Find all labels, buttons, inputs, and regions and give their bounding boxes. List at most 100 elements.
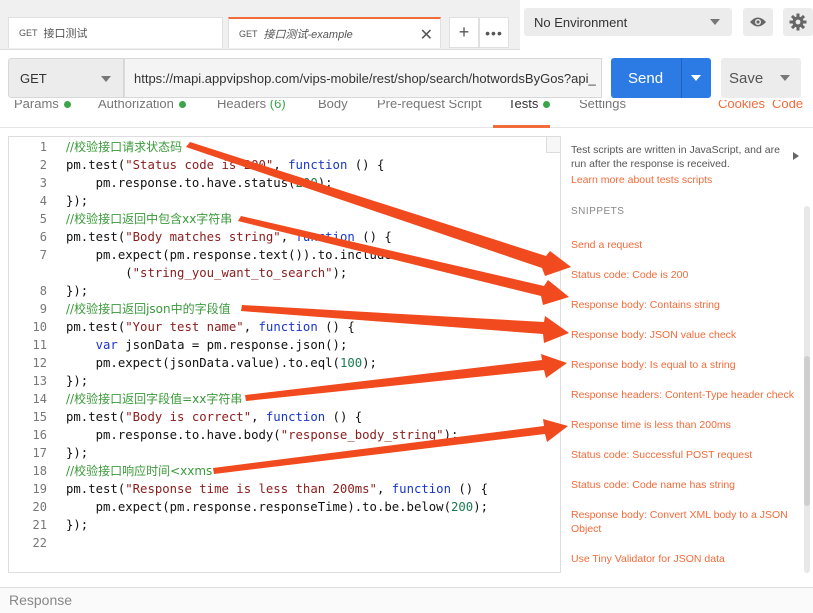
- tab-tests[interactable]: Tests: [508, 100, 551, 111]
- code-token: () {: [451, 482, 489, 496]
- eye-icon: [750, 17, 766, 27]
- code-text: pm.test("Body matches string", function …: [66, 228, 392, 246]
- code-text: ("string_you_want_to_search");: [66, 264, 347, 282]
- line-number: 16: [32, 428, 47, 442]
- code-token: () {: [317, 320, 355, 334]
- code-link[interactable]: Code: [772, 100, 803, 111]
- gear-icon: [789, 13, 807, 31]
- snippet-item[interactable]: Response body: Convert XML body to a JSO…: [571, 508, 796, 536]
- tab-headers-label: Headers: [217, 100, 267, 111]
- code-token: pm.expect(pm.response.text()).to.include: [66, 248, 392, 262]
- collapse-panel-icon[interactable]: [793, 152, 799, 160]
- code-text: });: [66, 444, 88, 462]
- new-tab-button[interactable]: +: [449, 17, 479, 48]
- line-number: 15: [32, 410, 47, 424]
- code-text: pm.response.to.have.status(200);: [66, 174, 333, 192]
- code-line: 9 //校验接口返回json中的字段值: [9, 300, 549, 318]
- request-tab-active[interactable]: GET 接口测试-example ✕: [228, 17, 441, 48]
- close-icon[interactable]: ✕: [420, 25, 433, 45]
- response-panel[interactable]: Response: [0, 587, 813, 613]
- send-button[interactable]: Send: [611, 58, 711, 98]
- snippet-item[interactable]: Response body: Is equal to a string: [571, 358, 796, 372]
- snippet-item[interactable]: Response headers: Content-Type header ch…: [571, 388, 796, 402]
- url-input[interactable]: [124, 58, 602, 98]
- tab-body[interactable]: Body: [318, 100, 348, 111]
- line-number: 1: [39, 140, 47, 154]
- code-token: "Your test name": [125, 320, 244, 334]
- snippet-item[interactable]: Response body: Contains string: [571, 298, 796, 312]
- tab-params[interactable]: Params: [14, 100, 71, 111]
- code-token: });: [66, 194, 89, 208]
- code-token: });: [66, 284, 89, 298]
- tab-headers[interactable]: Headers (6): [217, 100, 286, 111]
- plus-icon: +: [458, 22, 470, 42]
- line-number: 2: [39, 158, 47, 172]
- code-line: 15 pm.test("Body is correct", function ()…: [9, 408, 549, 426]
- code-token: );: [473, 500, 489, 514]
- learn-more-link[interactable]: Learn more about tests scripts: [571, 174, 712, 186]
- status-dot: [543, 101, 551, 109]
- tab-name: 接口测试-example: [263, 28, 353, 41]
- snippets-scrollbar[interactable]: [804, 206, 810, 573]
- method-value: GET: [20, 70, 47, 86]
- environment-quick-look-button[interactable]: [743, 8, 773, 36]
- snippet-item[interactable]: Use Tiny Validator for JSON data: [571, 552, 796, 566]
- chevron-down-icon[interactable]: [691, 75, 701, 81]
- line-number: 19: [32, 482, 47, 496]
- code-text: pm.expect(pm.response.text()).to.include: [66, 246, 392, 264]
- send-divider: [681, 58, 682, 98]
- line-number: 4: [39, 194, 47, 208]
- tests-code-editor[interactable]: 1 //校验接口请求状态码 2 pm.test("Status code is 200…: [8, 136, 561, 573]
- snippet-item[interactable]: Response body: JSON value check: [571, 328, 796, 342]
- cookies-link[interactable]: Cookies: [718, 100, 765, 111]
- code-text: pm.test("Response time is less than 200m…: [66, 480, 488, 498]
- line-number: 8: [39, 284, 47, 298]
- code-comment: //校验接口请求状态码: [66, 140, 183, 154]
- line-number: 7: [39, 248, 47, 262]
- code-token: 200: [450, 500, 474, 514]
- tab-authorization[interactable]: Authorization: [98, 100, 186, 111]
- tab-method: GET: [239, 28, 258, 39]
- code-line: 18 //校验接口响应时间<xxms: [9, 462, 549, 480]
- code-comment: //校验接口返回字段值=xx字符串: [66, 392, 243, 406]
- code-text: pm.test("Status code is 200", function (…: [66, 156, 384, 174]
- snippet-item[interactable]: Status code: Code is 200: [571, 268, 796, 282]
- code-token: );: [317, 176, 333, 190]
- tab-prerequest-script[interactable]: Pre-request Script: [377, 100, 482, 111]
- save-button[interactable]: Save: [721, 58, 801, 98]
- chevron-down-icon: [710, 19, 720, 25]
- more-tabs-button[interactable]: •••: [479, 17, 509, 48]
- scrollbar-thumb[interactable]: [804, 356, 810, 506]
- code-token: function: [295, 230, 355, 244]
- snippet-item[interactable]: Response time is less than 200ms: [571, 418, 796, 432]
- request-tabs-bar: GET 接口测试 GET 接口测试-example ✕ + •••: [0, 0, 520, 50]
- tab-method: GET: [19, 28, 38, 38]
- settings-button[interactable]: [783, 8, 813, 36]
- tab-settings[interactable]: Settings: [579, 100, 626, 111]
- code-token: pm.test(: [66, 320, 126, 334]
- code-line: 19 pm.test("Response time is less than 20…: [9, 480, 549, 498]
- code-token: ,: [376, 482, 392, 496]
- status-dot: [178, 101, 186, 109]
- code-text: });: [66, 372, 88, 390]
- line-number: 18: [32, 464, 47, 478]
- environment-select[interactable]: No Environment: [524, 8, 732, 36]
- status-dot: [63, 101, 71, 109]
- code-token: pm.response.to.have.status(: [66, 176, 296, 190]
- code-line: 5 //校验接口返回中包含xx字符串: [9, 210, 549, 228]
- code-token: ,: [273, 158, 289, 172]
- snippet-item[interactable]: Status code: Successful POST request: [571, 448, 796, 462]
- code-token: () {: [347, 158, 385, 172]
- request-tab[interactable]: GET 接口测试: [8, 17, 223, 48]
- code-token: var: [95, 338, 118, 352]
- code-token: function: [258, 320, 318, 334]
- code-line: 1 //校验接口请求状态码: [9, 138, 549, 156]
- tab-tests-label: Tests: [508, 100, 539, 111]
- code-token: pm.expect(jsonData.value).to.eql(: [66, 356, 340, 370]
- snippet-item[interactable]: Status code: Code name has string: [571, 478, 796, 492]
- chevron-down-icon[interactable]: [780, 75, 790, 81]
- code-token: );: [443, 428, 459, 442]
- line-number: 14: [32, 392, 47, 406]
- snippet-item[interactable]: Send a request: [571, 238, 796, 252]
- method-select[interactable]: GET: [8, 58, 124, 98]
